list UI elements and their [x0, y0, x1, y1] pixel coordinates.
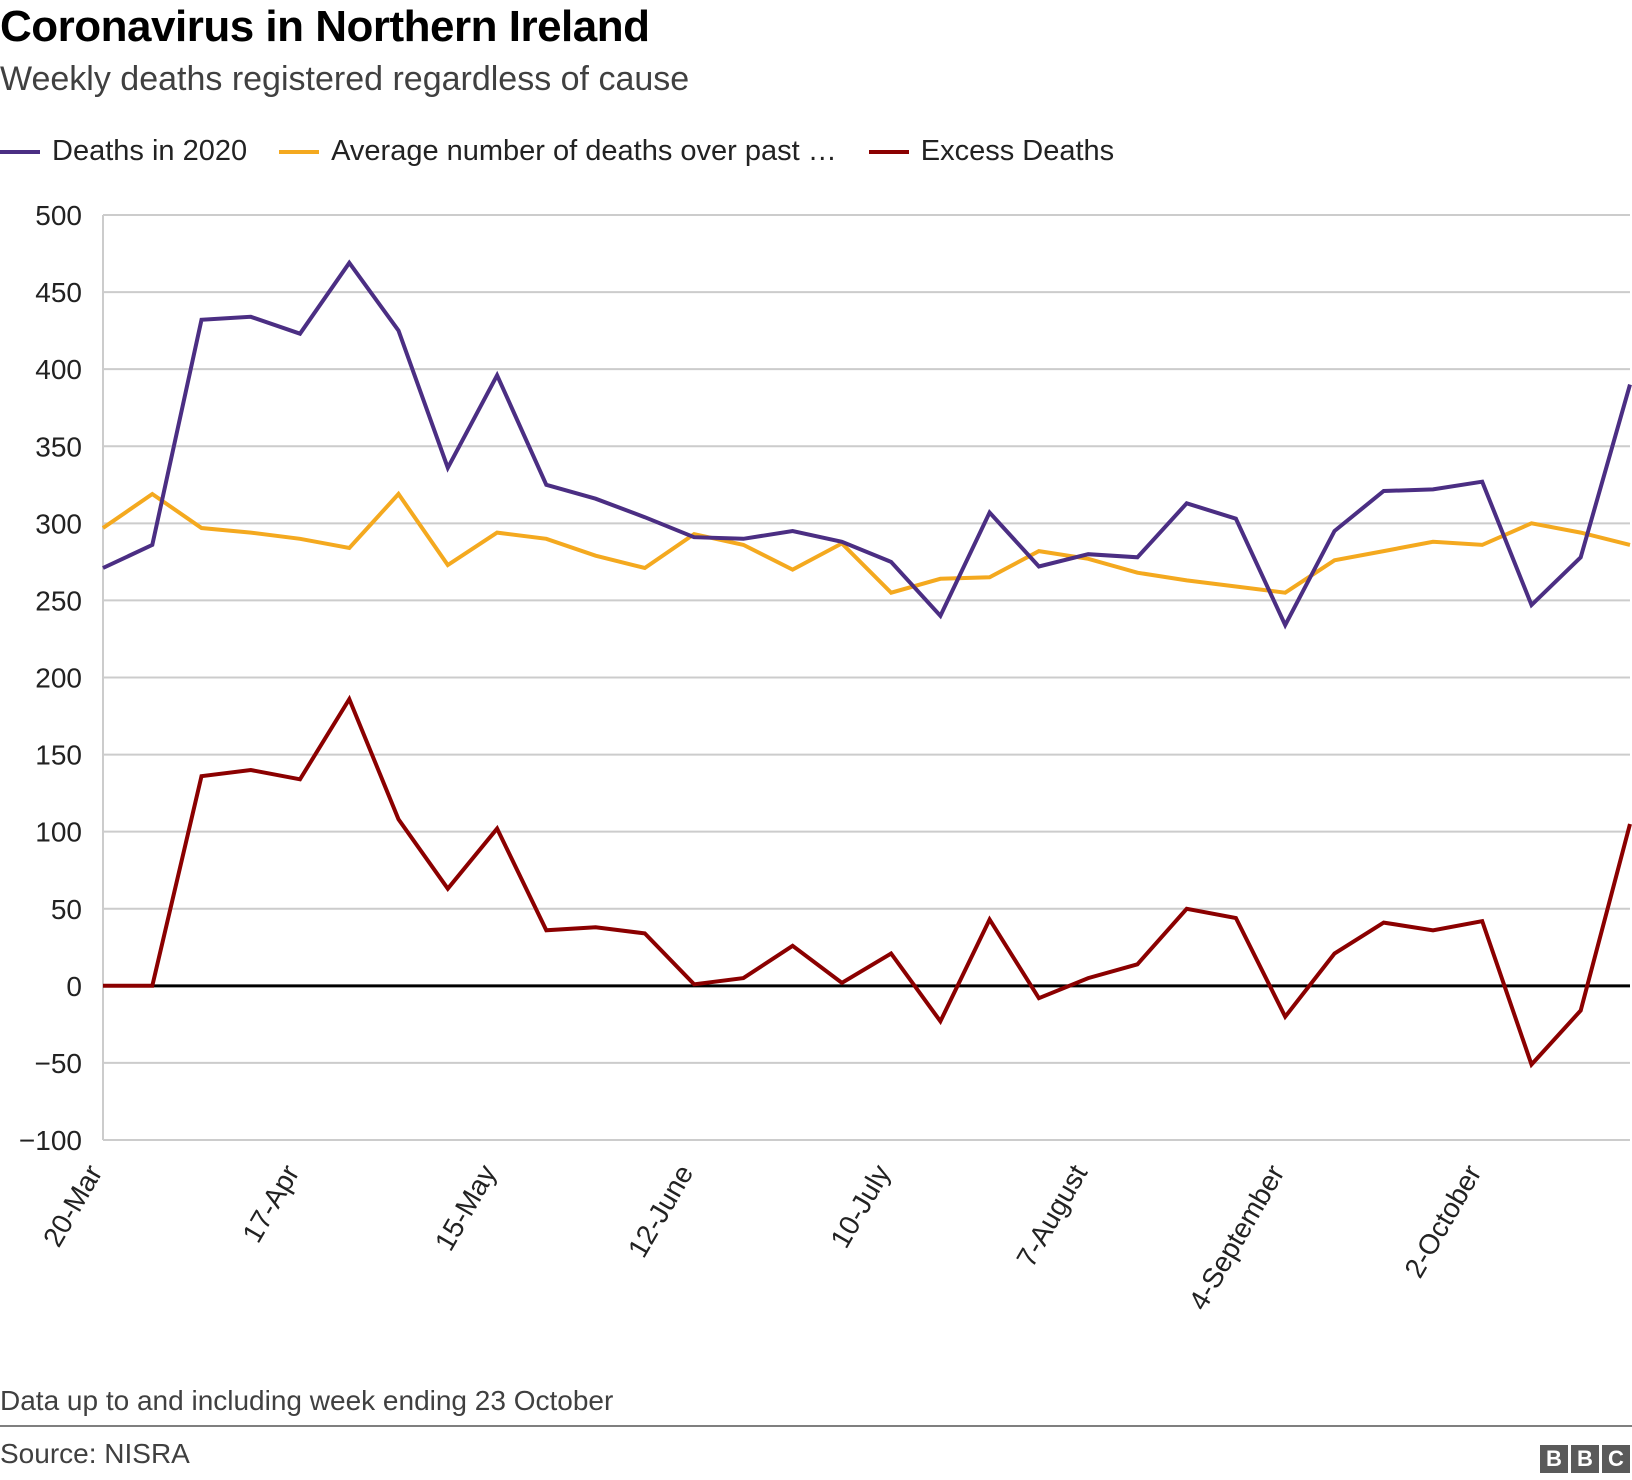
- y-axis-ticks: 500450400350300250200150100500−50−100: [19, 200, 82, 1156]
- y-tick-label: 0: [66, 971, 82, 1002]
- footer-divider: [0, 1425, 1632, 1427]
- bbc-logo: B B C: [1540, 1445, 1630, 1473]
- legend-label-excess-deaths: Excess Deaths: [920, 135, 1115, 167]
- legend: Deaths in 2020 Average number of deaths …: [0, 135, 1146, 168]
- grid-layer: [102, 214, 1630, 1141]
- y-tick-label: 300: [35, 508, 82, 539]
- source-label: Source: NISRA: [0, 1438, 190, 1469]
- chart-subtitle: Weekly deaths registered regardless of c…: [0, 60, 690, 98]
- legend-label-average-deaths: Average number of deaths over past …: [331, 135, 837, 167]
- legend-swatch-deaths-2020: [0, 149, 40, 154]
- bbc-logo-letter: B: [1540, 1445, 1568, 1473]
- legend-item-average-deaths: Average number of deaths over past …: [279, 135, 837, 168]
- x-tick-label: 7-August: [1010, 1159, 1093, 1272]
- x-axis-ticks: 20-Mar 17-Apr 15-May 12-June 10-July 7-August…: [37, 1159, 1487, 1315]
- line-chart: 500450400350300250200150100500−50−100 20…: [19, 200, 1632, 1315]
- legend-swatch-average-deaths: [279, 149, 320, 154]
- bbc-logo-letter: C: [1602, 1445, 1630, 1473]
- y-tick-label: 500: [35, 200, 82, 231]
- x-tick-label: 15-May: [429, 1160, 503, 1256]
- y-tick-label: 150: [35, 740, 82, 771]
- x-tick-label: 10-July: [824, 1160, 896, 1254]
- legend-item-deaths-2020: Deaths in 2020: [0, 135, 247, 168]
- y-tick-label: 50: [51, 894, 82, 925]
- bbc-logo-letter: B: [1571, 1445, 1599, 1473]
- y-tick-label: 400: [35, 354, 82, 385]
- chart-title: Coronavirus in Northern Ireland: [0, 2, 650, 51]
- legend-label-deaths-2020: Deaths in 2020: [52, 135, 248, 167]
- series-layer: [101, 259, 1632, 1069]
- y-tick-label: 450: [35, 277, 82, 308]
- x-tick-label: 20-Mar: [37, 1160, 108, 1252]
- y-tick-label: 350: [35, 431, 82, 462]
- x-tick-label: 12-June: [622, 1160, 699, 1263]
- x-tick-label: 4-September: [1183, 1160, 1291, 1316]
- y-tick-label: −50: [35, 1048, 83, 1079]
- legend-swatch-excess-deaths: [868, 149, 909, 154]
- footnote: Data up to and including week ending 23 …: [0, 1385, 614, 1416]
- series-average-deaths: [101, 490, 1631, 595]
- y-tick-label: −100: [19, 1125, 82, 1156]
- x-tick-label: 17-Apr: [236, 1160, 305, 1248]
- y-tick-label: 100: [35, 817, 82, 848]
- x-tick-label: 2-October: [1398, 1160, 1487, 1283]
- y-tick-label: 250: [35, 585, 82, 616]
- legend-item-excess-deaths: Excess Deaths: [868, 135, 1115, 168]
- y-tick-label: 200: [35, 663, 82, 694]
